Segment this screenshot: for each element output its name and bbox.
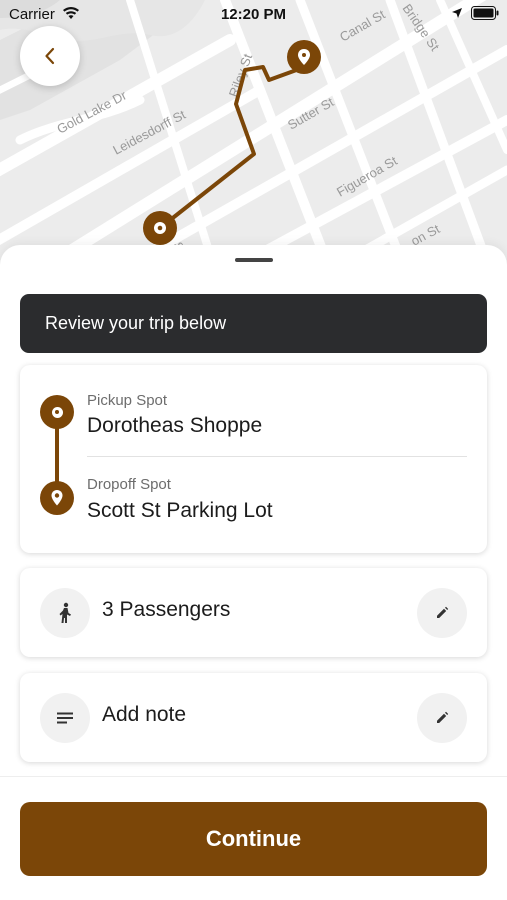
pencil-icon <box>437 606 449 618</box>
add-note-row[interactable]: Add note <box>20 673 487 762</box>
route-end-marker <box>287 40 321 74</box>
trip-review-sheet: Review your trip below Pickup Spot Dorot… <box>0 245 507 900</box>
chevron-left-icon <box>45 47 55 65</box>
review-banner-text: Review your trip below <box>45 313 227 333</box>
passengers-label: 3 Passengers <box>102 598 231 621</box>
back-button[interactable] <box>20 26 80 86</box>
sheet-drag-handle[interactable] <box>235 258 273 262</box>
person-walking-icon <box>40 588 90 638</box>
status-time: 12:20 PM <box>220 6 287 23</box>
status-bar: Carrier 12:20 PM <box>0 0 507 28</box>
pencil-icon <box>437 711 449 723</box>
pickup-caption: Pickup Spot <box>87 392 168 409</box>
pickup-spot-name[interactable]: Dorotheas Shoppe <box>87 414 262 438</box>
add-note-label: Add note <box>102 703 187 726</box>
dropoff-spot-name[interactable]: Scott St Parking Lot <box>87 499 273 523</box>
footer-divider <box>0 776 507 777</box>
pickup-marker-icon <box>40 395 74 429</box>
location-arrow-icon <box>452 8 462 18</box>
review-banner: Review your trip below <box>20 294 487 353</box>
dropoff-pin-icon <box>40 481 74 515</box>
continue-button[interactable]: Continue <box>20 802 487 876</box>
edit-passengers-button[interactable] <box>417 588 467 638</box>
edit-note-button[interactable] <box>417 693 467 743</box>
dropoff-caption: Dropoff Spot <box>87 476 171 493</box>
battery-icon <box>471 6 499 20</box>
route-start-marker <box>143 211 177 245</box>
trip-summary-card: Pickup Spot Dorotheas Shoppe Dropoff Spo… <box>20 365 487 553</box>
passengers-row[interactable]: 3 Passengers <box>20 568 487 657</box>
notes-icon <box>40 693 90 743</box>
trip-divider <box>87 456 467 457</box>
